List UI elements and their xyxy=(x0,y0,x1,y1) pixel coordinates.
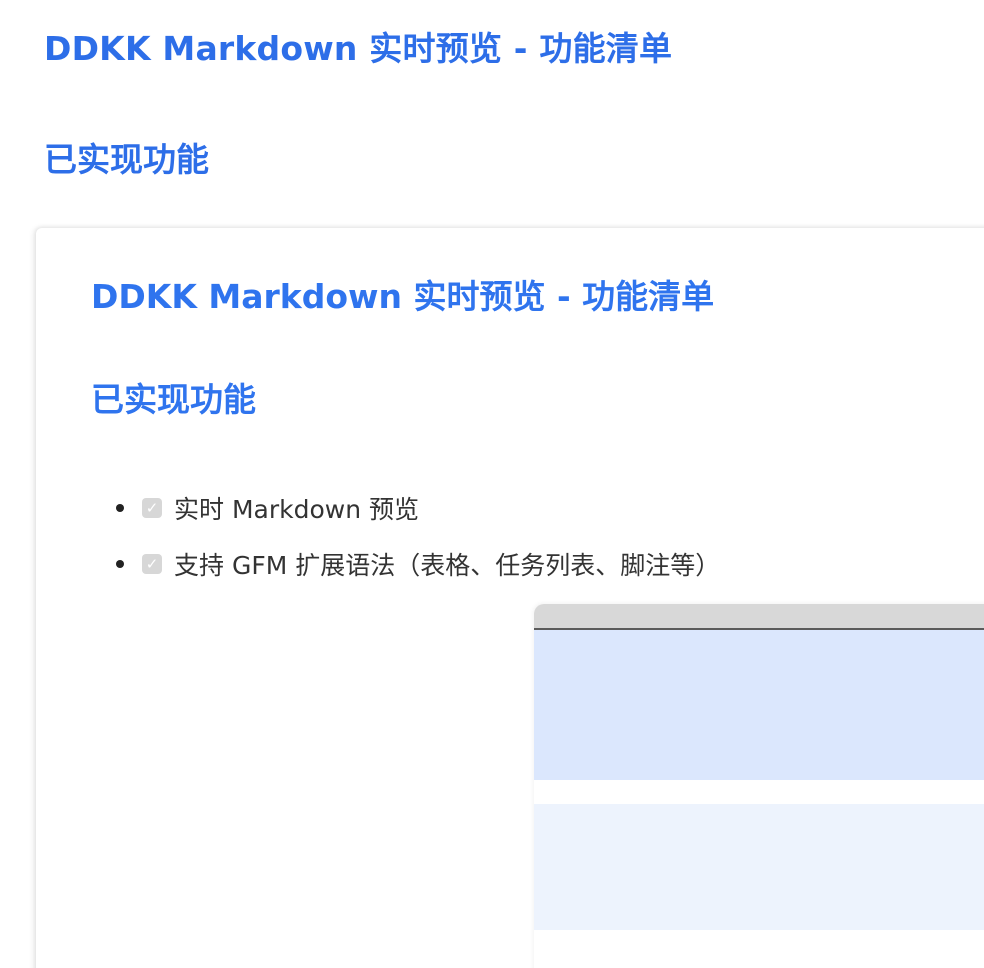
bullet-icon xyxy=(116,560,124,568)
feature-label: 支持 GFM 扩展语法（表格、任务列表、脚注等） xyxy=(174,551,721,580)
nested-light-block xyxy=(534,804,984,930)
nested-preview-window xyxy=(534,604,984,968)
embedded-screenshot: DDKK Markdown 实时预览 - 功能清单 已实现功能 ✓ 实时 Mar… xyxy=(36,228,984,968)
markdown-preview-page: DDKK Markdown 实时预览 - 功能清单 已实现功能 DDKK Mar… xyxy=(0,0,984,968)
checkbox-icon: ✓ xyxy=(142,554,162,574)
embedded-implemented-heading: 已实现功能 xyxy=(91,380,256,419)
feature-item-gfm-support: ✓ 支持 GFM 扩展语法（表格、任务列表、脚注等） xyxy=(116,536,720,592)
bullet-icon xyxy=(116,504,124,512)
document-title: DDKK Markdown 实时预览 - 功能清单 xyxy=(44,29,673,68)
feature-item-realtime-preview: ✓ 实时 Markdown 预览 xyxy=(116,480,720,536)
nested-content-gap xyxy=(534,780,984,804)
nested-highlight-block xyxy=(534,630,984,780)
feature-list: ✓ 实时 Markdown 预览 ✓ 支持 GFM 扩展语法（表格、任务列表、脚… xyxy=(116,480,720,592)
implemented-features-heading: 已实现功能 xyxy=(44,140,209,179)
checkbox-icon: ✓ xyxy=(142,498,162,518)
feature-label: 实时 Markdown 预览 xyxy=(174,495,419,524)
embedded-document-title: DDKK Markdown 实时预览 - 功能清单 xyxy=(91,277,715,316)
nested-window-titlebar xyxy=(534,604,984,630)
